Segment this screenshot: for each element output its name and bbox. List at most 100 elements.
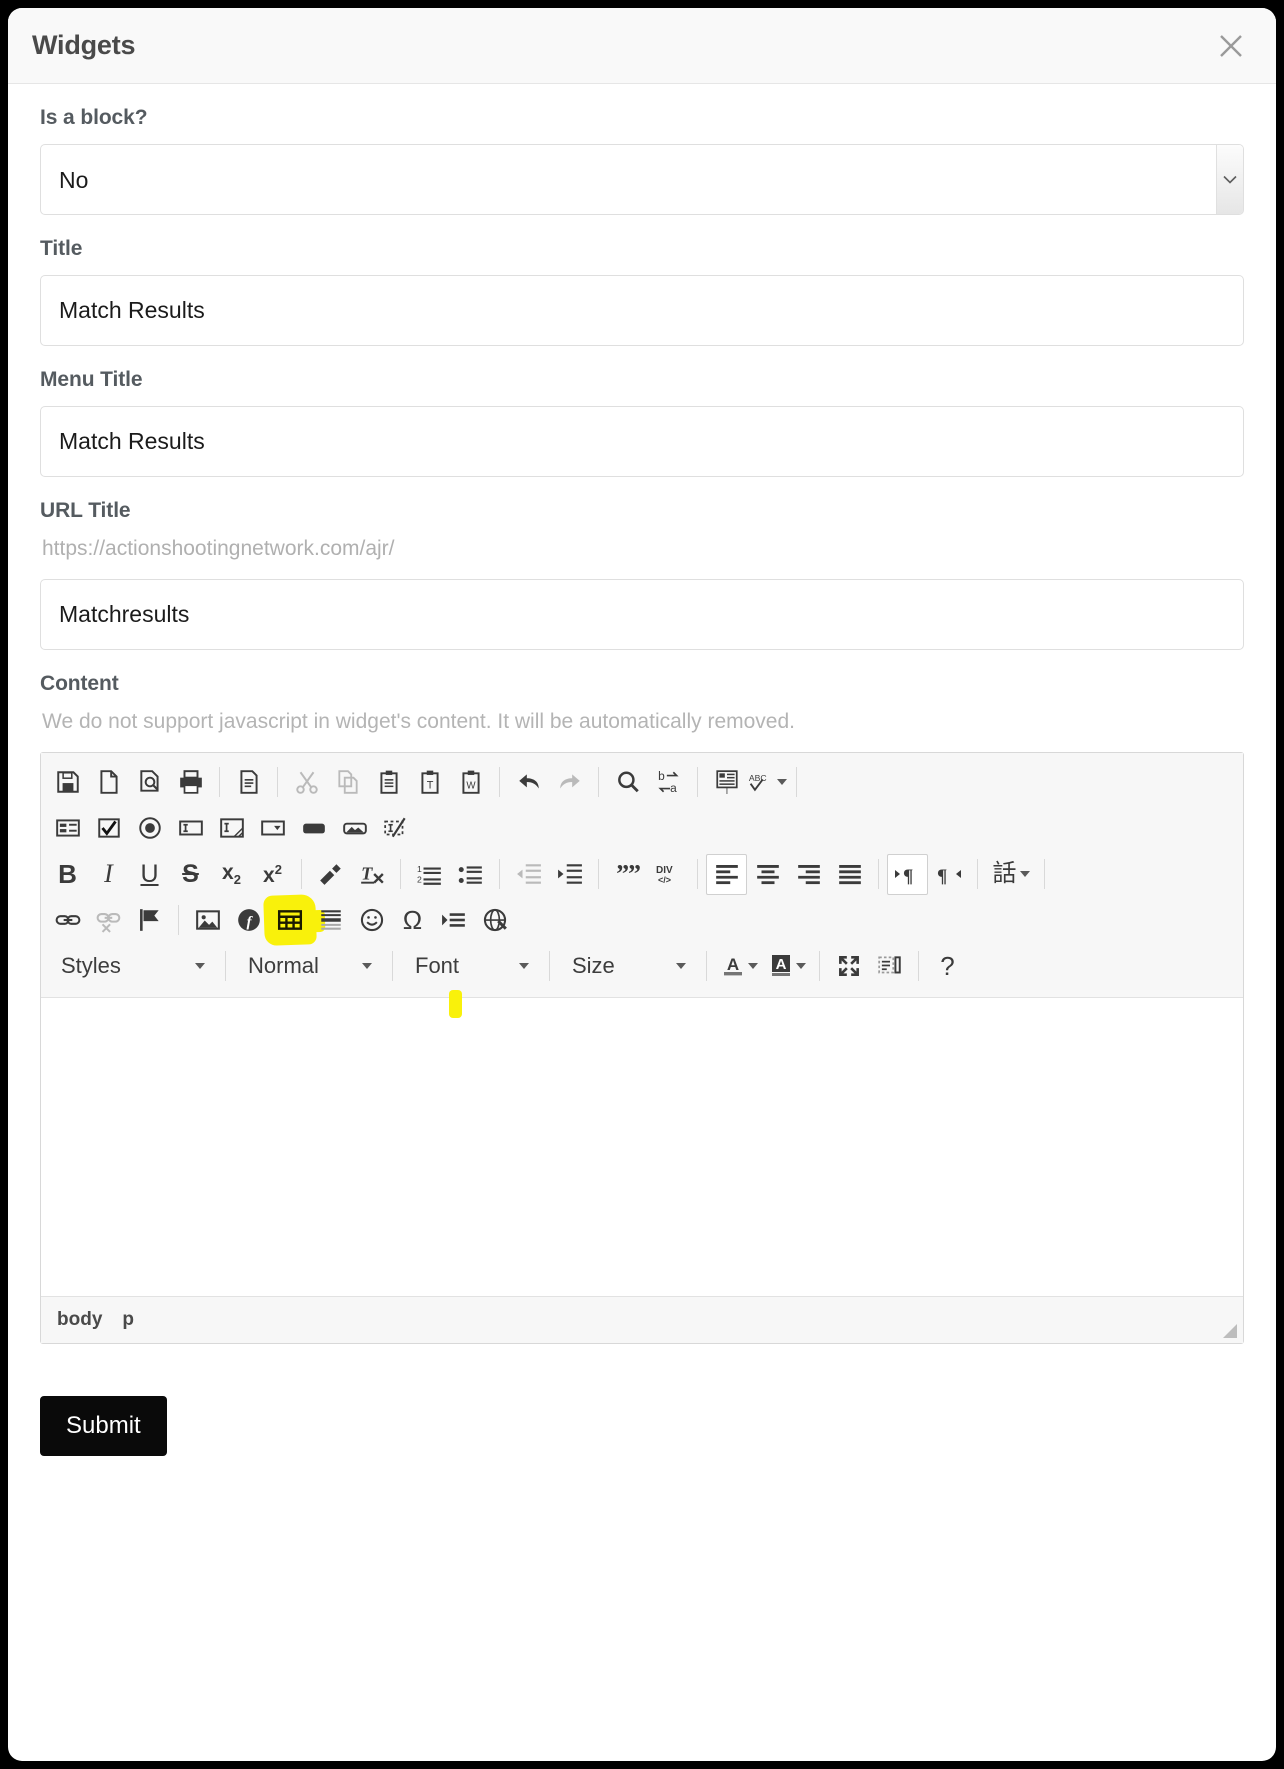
text-field-icon[interactable] [170, 808, 211, 849]
align-center-icon[interactable] [747, 854, 788, 895]
background-color-icon[interactable]: A [763, 946, 811, 987]
cut-icon[interactable] [286, 762, 327, 803]
numbered-list-icon[interactable]: 12 [409, 854, 450, 895]
toolbar-row-4: f Ω [47, 893, 1237, 946]
size-dropdown[interactable]: Size [558, 946, 698, 987]
bold-icon[interactable]: B [47, 854, 88, 895]
undo-icon[interactable] [508, 762, 549, 803]
bulleted-list-icon[interactable] [450, 854, 491, 895]
checkbox-icon[interactable] [88, 808, 129, 849]
create-div-icon[interactable]: DIV </> [648, 854, 689, 895]
language-icon[interactable]: 話 [986, 854, 1036, 895]
paragraph-format-dropdown[interactable]: Normal [234, 946, 384, 987]
spellcheck-icon[interactable]: ABC [747, 762, 788, 803]
content-editable-area[interactable] [41, 990, 1243, 1296]
underline-icon[interactable]: U [129, 854, 170, 895]
font-dropdown[interactable]: Font [401, 946, 541, 987]
svg-text:a: a [670, 781, 677, 795]
toolbar-separator [225, 951, 226, 981]
new-page-icon[interactable] [88, 762, 129, 803]
is-a-block-label: Is a block? [40, 106, 148, 129]
text-color-icon[interactable]: A [715, 946, 763, 987]
copy-icon[interactable] [327, 762, 368, 803]
unlink-icon[interactable] [88, 900, 129, 941]
toolbar-separator [392, 951, 393, 981]
chevron-down-icon [747, 963, 758, 969]
select-all-icon[interactable]: I [706, 762, 747, 803]
toolbar-row-5: Styles Normal Font Size A A ? [47, 943, 1237, 989]
align-left-icon[interactable] [706, 853, 747, 895]
remove-format-icon[interactable]: T [351, 854, 392, 895]
paste-text-icon[interactable]: T [409, 762, 450, 803]
show-blocks-icon[interactable] [869, 946, 910, 987]
field-is-a-block: Is a block? No [40, 106, 1244, 215]
form-icon[interactable] [47, 808, 88, 849]
preview-icon[interactable] [129, 762, 170, 803]
toolbar-separator [598, 859, 599, 889]
hidden-field-icon[interactable] [375, 808, 416, 849]
size-dropdown-label: Size [572, 953, 615, 978]
maximize-icon[interactable] [828, 946, 869, 987]
widgets-dialog: Widgets Is a block? No Title Match Resul… [8, 8, 1276, 1761]
redo-icon[interactable] [549, 762, 590, 803]
toolbar-separator [400, 859, 401, 889]
subscript-icon[interactable]: x2 [211, 854, 252, 895]
strikethrough-icon[interactable]: S [170, 854, 211, 895]
chevron-down-icon [362, 963, 372, 969]
blockquote-icon[interactable]: ”” [607, 854, 648, 895]
field-menu-title: Menu Title [40, 368, 1244, 477]
button-icon[interactable] [293, 808, 334, 849]
radio-button-icon[interactable] [129, 808, 170, 849]
print-icon[interactable] [170, 762, 211, 803]
image-button-icon[interactable] [334, 808, 375, 849]
italic-icon[interactable]: I [88, 854, 129, 895]
dialog-body: Is a block? No Title Menu Title URL Titl… [8, 84, 1276, 1761]
chevron-down-icon [676, 963, 686, 969]
chevron-down-icon [795, 963, 806, 969]
table-icon[interactable] [263, 893, 317, 946]
toolbar-row-3: B I U S x2 x2 T 1 2 ” ” DIV </> ¶ ¶ 話 [47, 851, 1237, 897]
close-icon[interactable] [1210, 25, 1252, 67]
svg-text:I: I [725, 786, 727, 795]
paste-icon[interactable] [368, 762, 409, 803]
horizontal-rule-icon[interactable] [310, 900, 351, 941]
styles-dropdown[interactable]: Styles [47, 946, 217, 987]
smiley-icon[interactable] [351, 900, 392, 941]
submit-button[interactable]: Submit [40, 1396, 167, 1456]
anchor-icon[interactable] [129, 900, 170, 941]
is-a-block-select[interactable]: No [40, 144, 1244, 215]
image-icon[interactable] [187, 900, 228, 941]
select-field-icon[interactable] [252, 808, 293, 849]
rtl-icon[interactable]: ¶ [928, 854, 969, 895]
editor-resize-handle[interactable] [1223, 1324, 1237, 1338]
url-title-input[interactable] [40, 579, 1244, 650]
link-icon[interactable] [47, 900, 88, 941]
element-path-p[interactable]: p [122, 1309, 134, 1331]
submit-row: Submit [40, 1366, 1244, 1456]
justify-icon[interactable] [829, 854, 870, 895]
increase-indent-icon[interactable] [549, 854, 590, 895]
templates-icon[interactable] [228, 762, 269, 803]
save-icon[interactable] [47, 762, 88, 803]
title-input[interactable] [40, 275, 1244, 346]
align-right-icon[interactable] [788, 854, 829, 895]
content-label: Content [40, 672, 119, 695]
find-icon[interactable] [607, 762, 648, 803]
paste-word-icon[interactable]: W [450, 762, 491, 803]
decrease-indent-icon[interactable] [508, 854, 549, 895]
toolbar-separator [706, 951, 707, 981]
svg-text:T: T [361, 863, 373, 883]
ltr-icon[interactable]: ¶ [887, 853, 928, 895]
copy-formatting-icon[interactable] [310, 854, 351, 895]
superscript-icon[interactable]: x2 [252, 854, 293, 895]
textarea-icon[interactable] [211, 808, 252, 849]
about-icon[interactable]: ? [927, 946, 968, 987]
replace-icon[interactable]: ba [648, 762, 689, 803]
toolbar-separator [598, 767, 599, 797]
menu-title-input[interactable] [40, 406, 1244, 477]
element-path-body[interactable]: body [57, 1309, 102, 1331]
chevron-down-icon [1019, 871, 1030, 877]
iframe-icon[interactable] [474, 900, 515, 941]
page-break-icon[interactable] [433, 900, 474, 941]
special-character-icon[interactable]: Ω [392, 900, 433, 941]
